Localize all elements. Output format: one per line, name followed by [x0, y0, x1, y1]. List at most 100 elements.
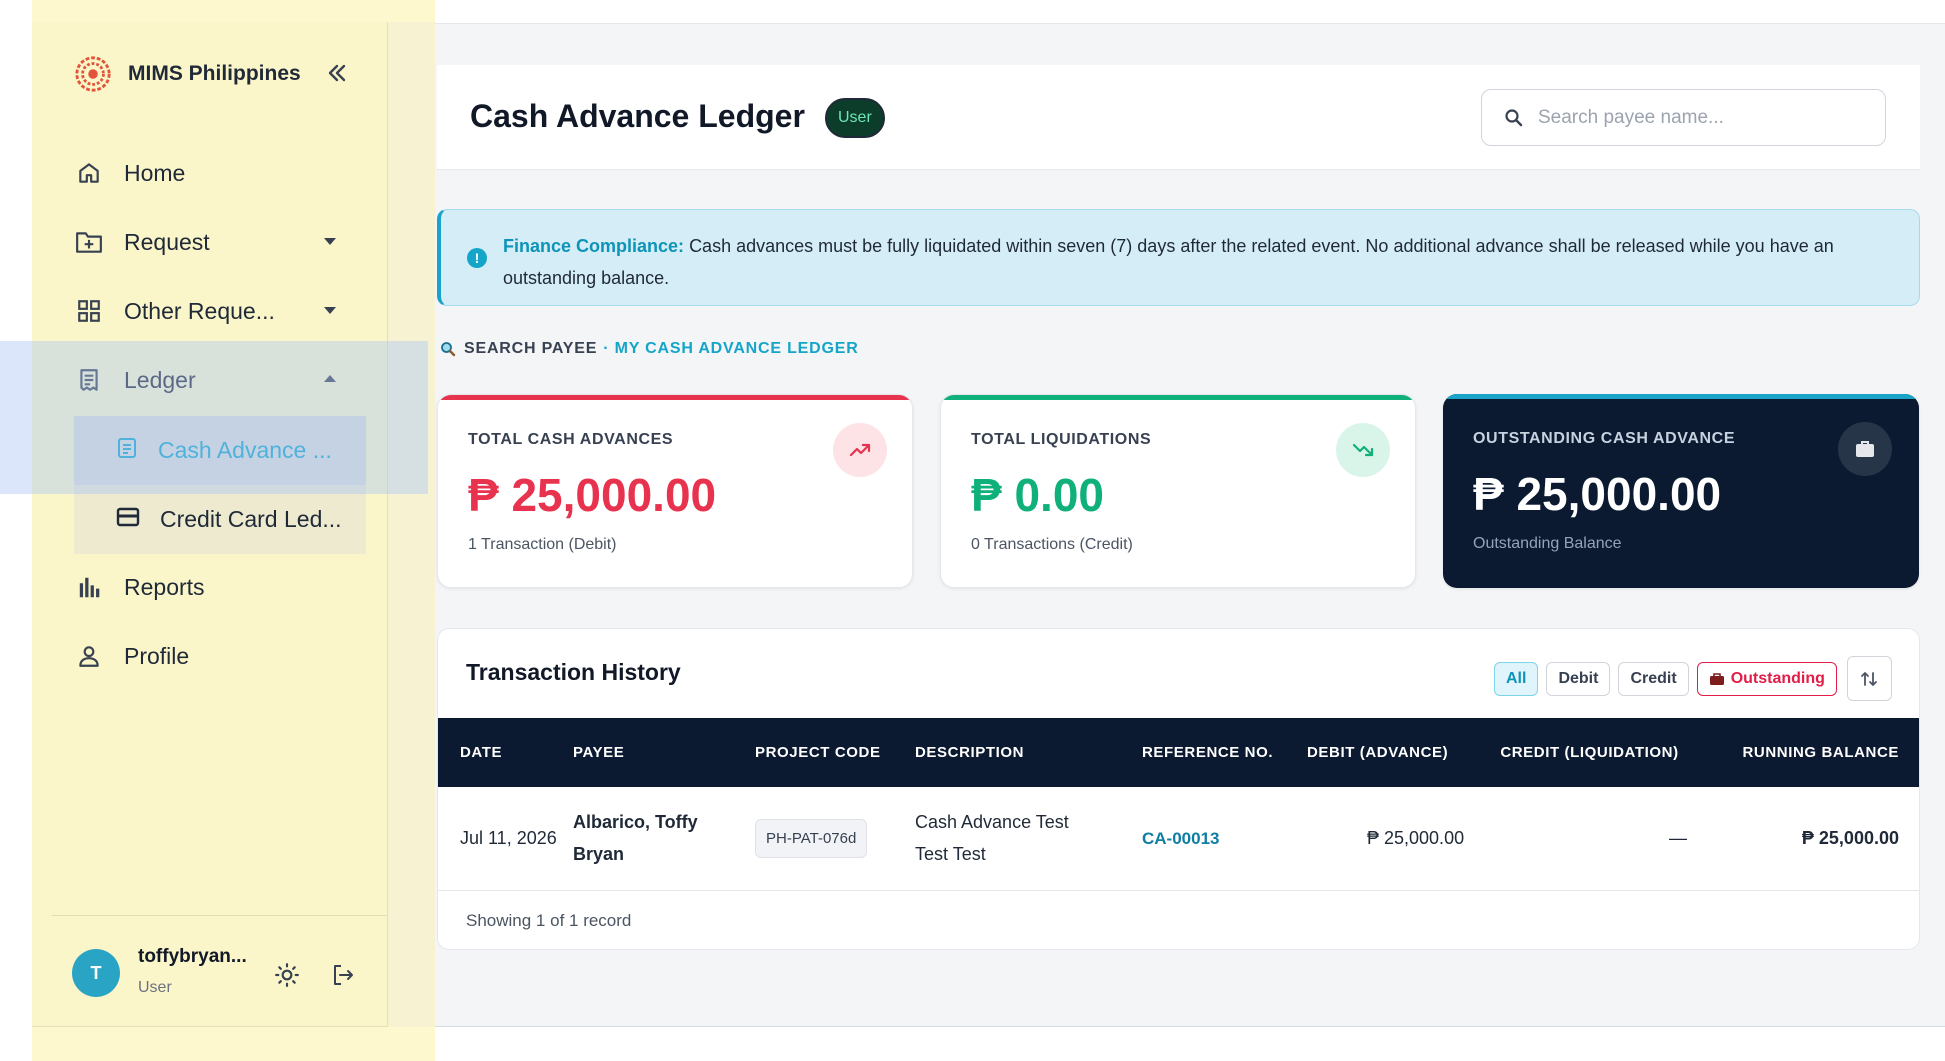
sidebar-item-label: Home: [124, 159, 186, 186]
total-liquidations-card: TOTAL LIQUIDATIONS ₱ 0.00 0 Transactions…: [940, 394, 1416, 588]
logout-icon: [334, 965, 353, 985]
search-field[interactable]: [1481, 89, 1886, 146]
sidebar-item-label: Other Reque...: [124, 297, 275, 324]
table-header-row: DATE PAYEE PROJECT CODE DESCRIPTION REFE…: [438, 718, 1919, 787]
sidebar-item-profile[interactable]: Profile: [74, 628, 189, 684]
section-label: SEARCH PAYEE · MY CASH ADVANCE LEDGER: [440, 340, 859, 358]
sidebar-item-reports[interactable]: Reports: [74, 559, 205, 615]
sun-icon: [275, 963, 299, 987]
total-cash-advances-card: TOTAL CASH ADVANCES ₱ 25,000.00 1 Transa…: [437, 394, 913, 588]
reference-cell: CA-00013: [1142, 787, 1307, 890]
filter-credit-button[interactable]: Credit: [1618, 661, 1689, 696]
column-header[interactable]: DATE: [438, 718, 573, 787]
user-name: toffybryan...: [138, 946, 247, 967]
grid-icon: [74, 296, 104, 326]
brand-name: MIMS Philippines: [128, 62, 301, 85]
sidebar-item-credit-card-ledger[interactable]: Credit Card Led...: [74, 485, 366, 554]
description-cell: Cash Advance Test Test Test: [915, 787, 1142, 890]
column-header[interactable]: PAYEE: [573, 718, 755, 787]
debit-cell: ₱ 25,000.00: [1367, 827, 1465, 848]
column-header[interactable]: RUNNING BALANCE: [1697, 718, 1919, 787]
card-accent: [1443, 394, 1919, 399]
search-input[interactable]: [1538, 106, 1858, 129]
logout-button[interactable]: [328, 960, 358, 990]
document-icon: [116, 437, 138, 464]
credit-card-icon: [116, 506, 140, 533]
user-role: User: [138, 979, 172, 996]
magnifier-icon: [441, 342, 456, 357]
page-title: Cash Advance Ledger: [470, 98, 805, 134]
column-header[interactable]: PROJECT CODE: [755, 718, 915, 787]
collapse-sidebar-button[interactable]: [320, 56, 354, 90]
card-label: OUTSTANDING CASH ADVANCE: [1473, 430, 1736, 447]
briefcase-icon: [1709, 672, 1724, 685]
user-icon: [74, 641, 104, 671]
filter-outstanding-button[interactable]: Outstanding: [1696, 661, 1837, 696]
filter-all-button[interactable]: All: [1494, 661, 1539, 696]
date-cell: Jul 11, 2026: [460, 827, 557, 848]
alert-text: Finance Compliance: Cash advances must b…: [503, 230, 1893, 294]
home-icon: [74, 158, 104, 188]
payee-name: Albarico, Toffy Bryan: [573, 812, 698, 865]
sidebar-item-request[interactable]: Request: [74, 214, 336, 270]
sidebar-item-other-requests[interactable]: Other Reque...: [74, 283, 336, 339]
project-code-chip: PH-PAT-076d: [755, 818, 868, 858]
caret-up-icon: [324, 375, 336, 382]
filter-debit-button[interactable]: Debit: [1546, 661, 1611, 696]
folder-plus-icon: [74, 227, 104, 257]
sidebar-divider: [32, 1026, 388, 1027]
card-subtext: 0 Transactions (Credit): [971, 536, 1133, 553]
transaction-history-panel: Transaction History All Debit Credit Out…: [437, 628, 1920, 950]
theme-toggle-button[interactable]: [272, 960, 302, 990]
card-accent: [941, 395, 1415, 400]
column-header[interactable]: CREDIT (LIQUIDATION): [1482, 718, 1697, 787]
sidebar-item-label: Ledger: [124, 366, 196, 393]
sidebar-item-label: Credit Card Led...: [160, 506, 342, 532]
info-icon: !: [467, 248, 487, 268]
trending-down-icon: [1336, 423, 1390, 477]
sidebar-item-cash-advance-ledger[interactable]: Cash Advance ...: [74, 416, 366, 485]
sort-button[interactable]: [1846, 656, 1892, 701]
card-subtext: 1 Transaction (Debit): [468, 536, 617, 553]
reference-link[interactable]: CA-00013: [1142, 829, 1220, 848]
trending-up-icon: [833, 423, 887, 477]
finance-compliance-alert: ! Finance Compliance: Cash advances must…: [437, 209, 1920, 306]
sidebar-item-ledger[interactable]: Ledger: [74, 352, 336, 408]
page-header: Cash Advance Ledger User: [437, 65, 1920, 170]
filter-group: All Debit Credit Outstanding: [1494, 656, 1892, 701]
table-row[interactable]: Jul 11, 2026 Albarico, Toffy Bryan PH-PA…: [438, 787, 1919, 890]
transactions-table: DATE PAYEE PROJECT CODE DESCRIPTION REFE…: [438, 718, 1919, 891]
chevrons-left-icon: [328, 64, 346, 82]
bar-chart-icon: [74, 572, 104, 602]
sidebar-edge: [388, 22, 435, 1027]
card-label: TOTAL LIQUIDATIONS: [971, 431, 1152, 448]
receipt-icon: [74, 365, 104, 395]
outstanding-cash-advance-card: OUTSTANDING CASH ADVANCE ₱ 25,000.00 Out…: [1443, 394, 1919, 588]
card-value: ₱ 25,000.00: [468, 469, 717, 521]
credit-cell: —: [1669, 827, 1687, 848]
project-code-cell: PH-PAT-076d: [755, 787, 915, 890]
column-header[interactable]: DEBIT (ADVANCE): [1307, 718, 1482, 787]
card-value: ₱ 25,000.00: [1473, 468, 1722, 520]
card-subtext: Outstanding Balance: [1473, 535, 1622, 552]
alert-message: Cash advances must be fully liquidated w…: [503, 236, 1834, 288]
filter-outstanding-label: Outstanding: [1730, 669, 1825, 687]
card-value: ₱ 0.00: [971, 469, 1104, 521]
brand: MIMS Philippines: [74, 55, 301, 93]
caret-down-icon: [324, 238, 336, 245]
record-count: Showing 1 of 1 record: [466, 911, 632, 930]
sidebar-item-label: Request: [124, 228, 210, 255]
caret-down-icon: [324, 307, 336, 314]
role-badge: User: [825, 98, 885, 138]
card-label: TOTAL CASH ADVANCES: [468, 431, 674, 448]
balance-cell: ₱ 25,000.00: [1801, 827, 1899, 848]
column-header[interactable]: REFERENCE NO.: [1142, 718, 1307, 787]
column-header[interactable]: DESCRIPTION: [915, 718, 1142, 787]
card-accent: [438, 395, 912, 400]
history-title: Transaction History: [466, 659, 681, 685]
sidebar-item-home[interactable]: Home: [74, 145, 185, 201]
description-text: Cash Advance Test Test Test: [915, 812, 1069, 865]
briefcase-icon: [1838, 422, 1892, 476]
search-icon: [1505, 108, 1523, 126]
user-card: T toffybryan... User: [52, 915, 388, 1027]
